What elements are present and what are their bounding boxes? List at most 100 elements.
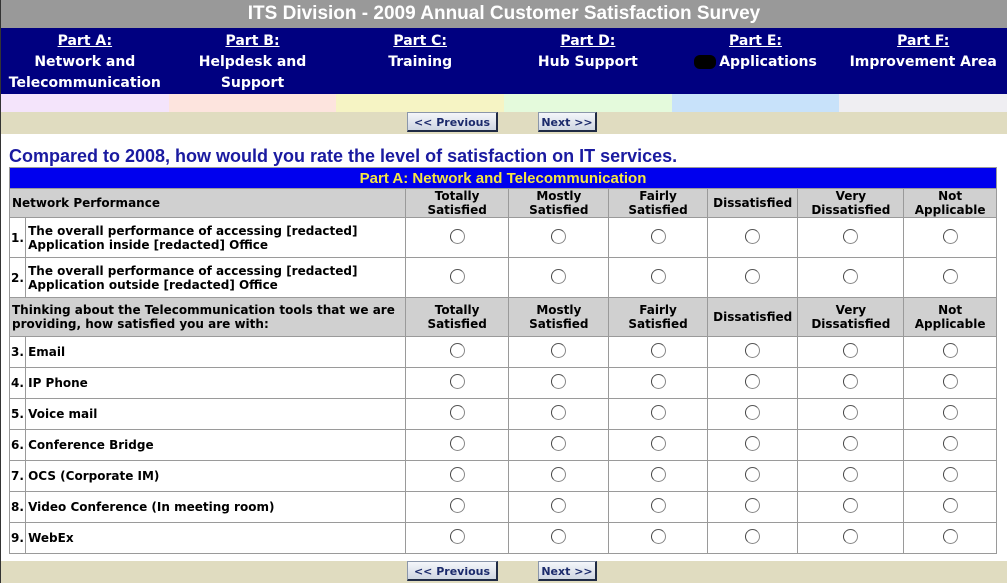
rating-radio[interactable] xyxy=(942,467,958,482)
rating-radio[interactable] xyxy=(942,529,958,544)
rating-cell xyxy=(608,398,708,430)
rating-radio[interactable] xyxy=(942,343,958,358)
rating-cell xyxy=(608,217,708,258)
rating-radio[interactable] xyxy=(449,374,465,389)
rating-radio[interactable] xyxy=(843,529,859,544)
rating-radio[interactable] xyxy=(843,405,859,420)
rating-radio[interactable] xyxy=(551,467,567,482)
rating-radio[interactable] xyxy=(551,529,567,544)
question-number: 9. xyxy=(8,522,27,554)
rating-cell xyxy=(706,398,799,430)
rating-radio[interactable] xyxy=(650,268,666,284)
rating-radio[interactable] xyxy=(942,498,958,513)
rating-radio[interactable] xyxy=(650,228,666,244)
strip-segment xyxy=(336,94,505,112)
rating-radio[interactable] xyxy=(551,343,567,358)
rating-cell xyxy=(608,367,708,399)
rating-radio[interactable] xyxy=(745,228,761,244)
rating-cell xyxy=(797,522,905,554)
bottom-button-bar: << Previous Next >> xyxy=(1,561,1007,583)
rating-radio[interactable] xyxy=(745,268,761,284)
rating-radio[interactable] xyxy=(843,374,859,389)
nav-part-d[interactable]: Part D: Hub Support xyxy=(504,28,672,94)
rating-radio[interactable] xyxy=(449,228,465,244)
rating-cell xyxy=(608,336,708,368)
rating-radio[interactable] xyxy=(650,467,666,482)
rating-radio[interactable] xyxy=(745,436,761,451)
rating-radio[interactable] xyxy=(942,405,958,420)
question-row: 4. IP Phone xyxy=(8,367,997,399)
nav-part-b[interactable]: Part B: Helpdesk and Support xyxy=(169,28,337,94)
rating-radio[interactable] xyxy=(843,343,859,358)
rating-radio[interactable] xyxy=(745,467,761,482)
rating-cell xyxy=(608,522,708,554)
next-button-bottom[interactable]: Next >> xyxy=(538,561,597,581)
rating-radio[interactable] xyxy=(942,436,958,451)
rating-radio[interactable] xyxy=(650,498,666,513)
rating-cell xyxy=(706,217,799,258)
rating-radio[interactable] xyxy=(650,374,666,389)
column-header: Dissatisfied xyxy=(706,188,799,218)
rating-radio[interactable] xyxy=(449,436,465,451)
column-header: Not Applicable xyxy=(903,297,997,337)
rating-radio[interactable] xyxy=(942,374,958,389)
nav-part-title: Improvement Area xyxy=(849,54,997,70)
rating-radio[interactable] xyxy=(843,436,859,451)
rating-radio[interactable] xyxy=(449,405,465,420)
question-text: Video Conference (In meeting room) xyxy=(25,491,406,523)
rating-cell xyxy=(797,217,905,258)
rating-radio[interactable] xyxy=(551,405,567,420)
question-number: 4. xyxy=(8,367,27,399)
rating-radio[interactable] xyxy=(745,498,761,513)
rating-cell xyxy=(508,367,610,399)
rating-radio[interactable] xyxy=(551,228,567,244)
rating-radio[interactable] xyxy=(449,268,465,284)
rating-cell xyxy=(706,460,799,492)
rating-radio[interactable] xyxy=(843,498,859,513)
rating-radio[interactable] xyxy=(843,228,859,244)
rating-radio[interactable] xyxy=(942,228,958,244)
rating-radio[interactable] xyxy=(449,498,465,513)
rating-cell xyxy=(797,257,905,298)
rating-radio[interactable] xyxy=(650,343,666,358)
nav-part-e[interactable]: Part E: Applications xyxy=(672,28,840,94)
question-text: OCS (Corporate IM) xyxy=(25,460,406,492)
rating-cell xyxy=(797,336,905,368)
rating-radio[interactable] xyxy=(449,343,465,358)
color-strip xyxy=(1,94,1007,112)
previous-button-bottom[interactable]: << Previous xyxy=(407,561,498,581)
rating-radio[interactable] xyxy=(551,498,567,513)
rating-radio[interactable] xyxy=(551,374,567,389)
rating-radio[interactable] xyxy=(449,529,465,544)
rating-cell xyxy=(508,398,610,430)
rating-radio[interactable] xyxy=(843,268,859,284)
next-button[interactable]: Next >> xyxy=(538,112,597,132)
rating-radio[interactable] xyxy=(650,529,666,544)
question-row: 3. Email xyxy=(8,336,997,368)
nav-part-label: Part E: xyxy=(729,33,782,49)
group-header-row: Network Performance Totally Satisfied Most… xyxy=(9,188,997,218)
rating-radio[interactable] xyxy=(650,436,666,451)
question-text: The overall performance of accessing [re… xyxy=(25,217,406,258)
nav-part-a[interactable]: Part A: Network and Telecommunication xyxy=(1,28,169,94)
rating-radio[interactable] xyxy=(449,467,465,482)
nav-part-title: Network and Telecommunication xyxy=(8,54,161,91)
rating-radio[interactable] xyxy=(551,436,567,451)
rating-radio[interactable] xyxy=(745,529,761,544)
rating-cell xyxy=(903,398,997,430)
rating-radio[interactable] xyxy=(843,467,859,482)
rating-radio[interactable] xyxy=(745,343,761,358)
nav-part-f[interactable]: Part F: Improvement Area xyxy=(839,28,1007,94)
rating-radio[interactable] xyxy=(551,268,567,284)
nav-part-c[interactable]: Part C: Training xyxy=(336,28,504,94)
rating-radio[interactable] xyxy=(745,374,761,389)
rating-radio[interactable] xyxy=(942,268,958,284)
rating-radio[interactable] xyxy=(745,405,761,420)
previous-button[interactable]: << Previous xyxy=(407,112,498,132)
strip-segment xyxy=(839,94,1007,112)
rating-radio[interactable] xyxy=(650,405,666,420)
rating-cell xyxy=(903,460,997,492)
rating-cell xyxy=(903,257,997,298)
nav-part-label: Part D: xyxy=(560,33,616,49)
rating-cell xyxy=(404,367,510,399)
